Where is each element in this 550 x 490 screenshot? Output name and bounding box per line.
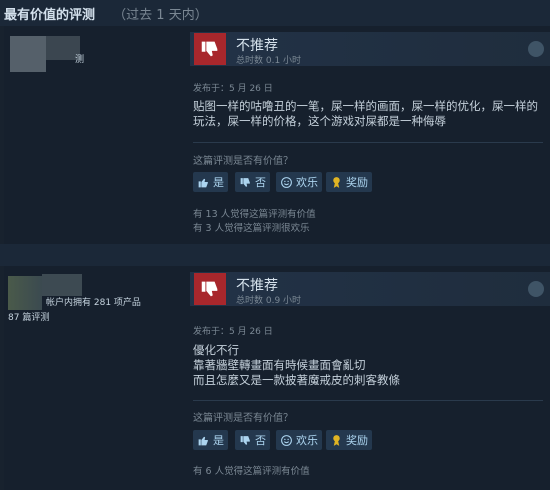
funny-button[interactable]: 欢乐 (276, 430, 322, 450)
review-card: 测 不推荐 总时数 0.1 小时 发布于：5 月 26 日 贴图一样的咕噜丑的一… (0, 26, 550, 244)
thumbs-down-icon (194, 273, 226, 305)
helpful-question: 这篇评测是否有价值？ (193, 156, 293, 167)
review-line: 優化不行 (193, 343, 239, 357)
steam-icon (528, 41, 544, 57)
thumbs-up-icon (198, 436, 208, 445)
yes-label: 是 (213, 176, 224, 189)
helpful-no-button[interactable]: 否 (235, 430, 270, 450)
section-subtitle: （过去 1 天内） (113, 8, 208, 23)
funny-count: 有 3 人觉得这篇评测很欢乐 (193, 223, 310, 234)
funny-label: 欢乐 (296, 176, 318, 189)
helpful-count: 有 13 人觉得这篇评测有价值 (193, 209, 316, 220)
helpful-no-button[interactable]: 否 (235, 172, 270, 192)
award-label: 奖励 (346, 176, 368, 189)
award-button[interactable]: 奖励 (326, 430, 372, 450)
review-line: 靠著牆壁轉畫面有時候畫面會亂切 (193, 358, 366, 372)
thumbs-down-icon (194, 33, 226, 65)
smiley-icon (281, 176, 292, 188)
thumbs-up-icon (198, 178, 208, 187)
playtime: 总时数 0.9 小时 (236, 296, 302, 306)
review-line: 贴图一样的咕噜丑的一笔，屎一样的画面，屎一样的优化，屎一样的 (193, 99, 538, 113)
no-label: 否 (255, 176, 266, 189)
author-name-blurred[interactable] (42, 274, 82, 296)
divider (193, 400, 543, 401)
award-icon (333, 176, 340, 188)
avatar[interactable] (10, 36, 46, 72)
award-label: 奖励 (346, 434, 368, 447)
recommendation-box[interactable]: 不推荐 总时数 0.9 小时 (190, 272, 550, 306)
award-button[interactable]: 奖励 (326, 172, 372, 192)
avatar[interactable] (8, 276, 42, 310)
author-name-suffix[interactable]: 测 (75, 52, 84, 65)
verdict: 不推荐 (236, 278, 278, 294)
review-card: 帐户内拥有 281 项产品 87 篇评测 不推荐 总时数 0.9 小时 发布于：… (0, 266, 550, 490)
review-text: 贴图一样的咕噜丑的一笔，屎一样的画面，屎一样的优化，屎一样的 玩法，屎一样的价格… (193, 99, 543, 129)
helpful-yes-button[interactable]: 是 (193, 172, 228, 192)
posted-date: 发布于：5 月 26 日 (193, 327, 273, 337)
funny-button[interactable]: 欢乐 (276, 172, 322, 192)
playtime: 总时数 0.1 小时 (236, 56, 302, 66)
yes-label: 是 (213, 434, 224, 447)
helpful-count: 有 6 人觉得这篇评测有价值 (193, 466, 310, 477)
section-title: 最有价值的评测 (4, 8, 96, 23)
section-header: 最有价值的评测 （过去 1 天内） (0, 0, 550, 24)
award-icon (333, 434, 340, 446)
recommendation-box[interactable]: 不推荐 总时数 0.1 小时 (190, 32, 550, 66)
thumbs-down-icon (240, 177, 250, 187)
steam-icon (528, 281, 544, 297)
smiley-icon (281, 434, 292, 446)
divider (193, 142, 543, 143)
author-product-count: 帐户内拥有 281 项产品 (46, 298, 141, 308)
review-line: 玩法，屎一样的价格，这个游戏对屎都是一种侮辱 (193, 114, 446, 128)
author-review-count[interactable]: 87 篇评测 (8, 310, 49, 323)
helpful-yes-button[interactable]: 是 (193, 430, 228, 450)
review-line: 而且怎麼又是一款披著魔戒皮的刺客教條 (193, 373, 400, 387)
helpful-question: 这篇评测是否有价值？ (193, 413, 293, 424)
posted-date: 发布于：5 月 26 日 (193, 84, 273, 94)
review-text: 優化不行 靠著牆壁轉畫面有時候畫面會亂切 而且怎麼又是一款披著魔戒皮的刺客教條 (193, 343, 543, 388)
funny-label: 欢乐 (296, 434, 318, 447)
thumbs-down-icon (240, 435, 250, 445)
verdict: 不推荐 (236, 38, 278, 54)
no-label: 否 (255, 434, 266, 447)
